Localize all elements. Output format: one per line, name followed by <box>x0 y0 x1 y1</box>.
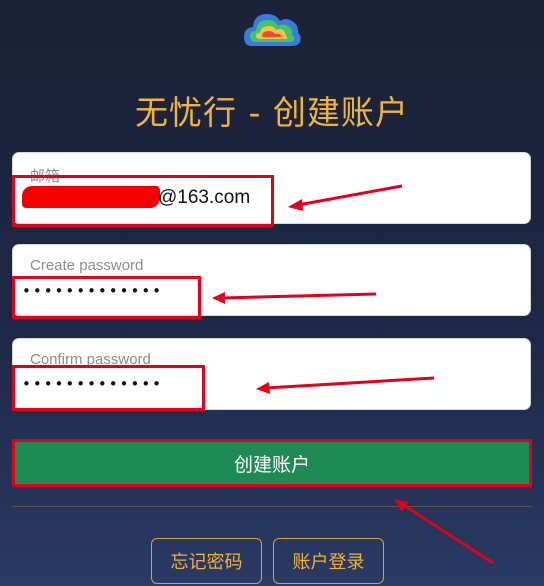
page-title: 无忧行 - 创建账户 <box>135 93 409 132</box>
password-highlight-box <box>12 276 201 319</box>
create-account-button[interactable]: 创建账户 <box>12 439 532 487</box>
email-highlight-box <box>12 175 274 227</box>
cloud-logo-icon <box>244 14 301 46</box>
create-password-label: Create password <box>30 257 144 274</box>
confirm-highlight-box <box>12 365 205 411</box>
divider <box>12 506 532 507</box>
arrow-submit <box>401 502 494 565</box>
account-login-button[interactable]: 账户登录 <box>273 538 384 584</box>
forgot-password-button[interactable]: 忘记密码 <box>151 538 262 584</box>
